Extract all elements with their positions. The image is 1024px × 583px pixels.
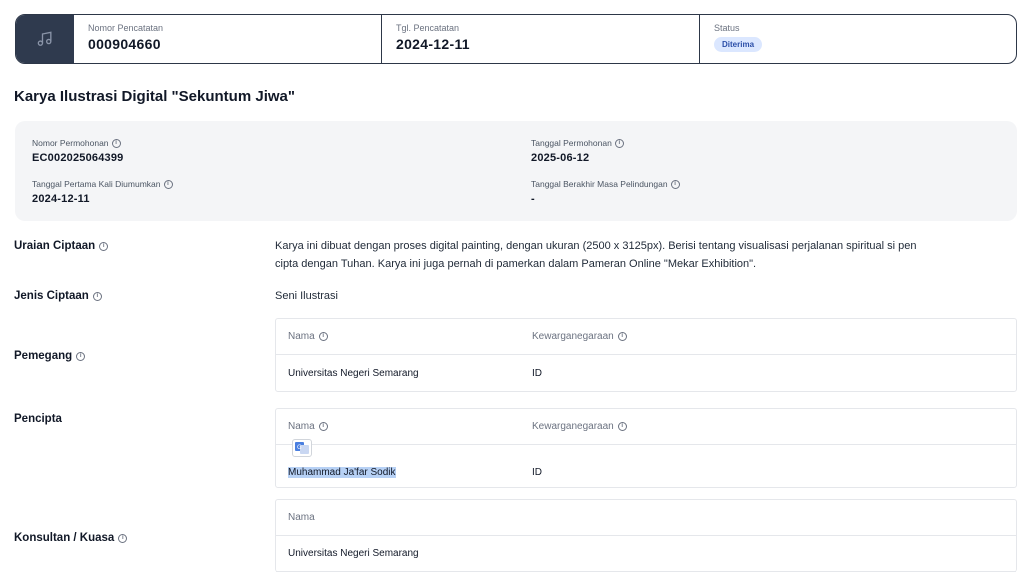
column-header-label: Nama bbox=[288, 421, 315, 432]
info-icon[interactable]: i bbox=[76, 351, 86, 361]
record-header-card: Nomor Pencatatan 000904660 Tgl. Pencatat… bbox=[15, 14, 1017, 64]
tgl-pencatatan-value: 2024-12-11 bbox=[396, 36, 470, 52]
table-row: Universitas Negeri Semarang ID bbox=[276, 355, 1016, 391]
svg-text:G: G bbox=[297, 444, 302, 451]
nomor-permohonan-field: Nomor Permohonan i EC002025064399 bbox=[32, 138, 124, 164]
column-header-kewarganegaraan: Kewarganegaraan i bbox=[532, 409, 627, 444]
pencipta-label: Pencipta bbox=[14, 413, 62, 425]
jenis-ciptaan-label: Jenis Ciptaan i bbox=[14, 290, 102, 302]
info-icon[interactable]: i bbox=[99, 241, 109, 251]
table-row: G Muhammad Ja'far Sodik ID bbox=[276, 439, 1016, 487]
table-row: Universitas Negeri Semarang bbox=[276, 536, 1016, 572]
info-icon[interactable]: i bbox=[617, 422, 627, 431]
info-icon[interactable]: i bbox=[111, 138, 121, 148]
column-header-label: Nama bbox=[288, 331, 315, 342]
info-icon[interactable]: i bbox=[318, 422, 328, 431]
konsultan-label: Konsultan / Kuasa i bbox=[14, 532, 128, 544]
tanggal-berakhir-value: - bbox=[531, 193, 535, 205]
table-header: Nama bbox=[276, 500, 1016, 536]
konsultan-table: Nama Universitas Negeri Semarang bbox=[275, 499, 1017, 572]
column-header-kewarganegaraan: Kewarganegaraan i bbox=[532, 319, 627, 354]
pencipta-nama[interactable]: Muhammad Ja'far Sodik bbox=[288, 451, 396, 493]
pencipta-table: Nama i Kewarganegaraan i G Muhammad Ja'far… bbox=[275, 408, 1017, 488]
status-label: Status bbox=[714, 23, 740, 33]
info-icon[interactable]: i bbox=[118, 533, 128, 543]
tanggal-permohonan-field: Tanggal Permohonan i 2025-06-12 bbox=[531, 138, 624, 164]
nomor-pencatatan-label: Nomor Pencatatan bbox=[88, 23, 164, 33]
tanggal-permohonan-value: 2025-06-12 bbox=[531, 152, 590, 164]
info-icon[interactable]: i bbox=[163, 179, 173, 189]
tanggal-diumumkan-value: 2024-12-11 bbox=[32, 193, 90, 205]
selected-text[interactable]: Muhammad Ja'far Sodik bbox=[288, 466, 396, 478]
column-header-nama: Nama bbox=[288, 512, 315, 523]
konsultan-label-text: Konsultan / Kuasa bbox=[14, 532, 115, 544]
table-header: Nama i Kewarganegaraan i bbox=[276, 319, 1016, 355]
status-field: Status Diterima bbox=[700, 15, 1016, 63]
pemegang-nama: Universitas Negeri Semarang bbox=[288, 367, 419, 379]
application-info-panel: Nomor Permohonan i EC002025064399 Tanggal… bbox=[15, 121, 1017, 221]
nomor-permohonan-value: EC002025064399 bbox=[32, 152, 124, 164]
tanggal-berakhir-label: Tanggal Berakhir Masa Pelindungan bbox=[531, 179, 668, 189]
uraian-ciptaan-label: Uraian Ciptaan i bbox=[14, 240, 109, 252]
page-title: Karya Ilustrasi Digital "Sekuntum Jiwa" bbox=[14, 88, 295, 105]
uraian-line-1: Karya ini dibuat dengan proses digital p… bbox=[275, 240, 917, 252]
info-icon[interactable]: i bbox=[614, 138, 624, 148]
nomor-pencatatan-field: Nomor Pencatatan 000904660 bbox=[74, 15, 382, 63]
uraian-line-2: cipta dengan Tuhan. Karya ini juga perna… bbox=[275, 258, 757, 270]
konsultan-nama: Universitas Negeri Semarang bbox=[288, 548, 419, 559]
column-header-label: Kewarganegaraan bbox=[532, 421, 614, 432]
status-badge: Diterima bbox=[714, 37, 763, 52]
tanggal-diumumkan-field: Tanggal Pertama Kali Diumumkan i 2024-12-… bbox=[32, 179, 173, 205]
pemegang-kewarganegaraan: ID bbox=[532, 367, 542, 379]
info-icon[interactable]: i bbox=[318, 332, 328, 341]
tgl-pencatatan-field: Tgl. Pencatatan 2024-12-11 bbox=[382, 15, 700, 63]
info-icon[interactable]: i bbox=[670, 179, 680, 189]
music-note-icon bbox=[16, 15, 74, 63]
pencipta-kewarganegaraan: ID bbox=[532, 466, 542, 478]
table-header: Nama i Kewarganegaraan i bbox=[276, 409, 1016, 445]
info-icon[interactable]: i bbox=[92, 291, 102, 301]
nomor-permohonan-label: Nomor Permohonan bbox=[32, 138, 109, 148]
tanggal-diumumkan-label: Tanggal Pertama Kali Diumumkan bbox=[32, 179, 161, 189]
pencipta-label-text: Pencipta bbox=[14, 413, 62, 425]
column-header-label: Kewarganegaraan bbox=[532, 331, 614, 342]
tanggal-berakhir-field: Tanggal Berakhir Masa Pelindungan i - bbox=[531, 179, 680, 205]
info-icon[interactable]: i bbox=[617, 332, 627, 341]
column-header-nama: Nama i bbox=[288, 319, 328, 354]
pemegang-label-text: Pemegang bbox=[14, 350, 73, 362]
jenis-label-text: Jenis Ciptaan bbox=[14, 290, 89, 302]
tanggal-permohonan-label: Tanggal Permohonan bbox=[531, 138, 612, 148]
nomor-pencatatan-value: 000904660 bbox=[88, 36, 161, 52]
pemegang-label: Pemegang i bbox=[14, 350, 86, 362]
uraian-label-text: Uraian Ciptaan bbox=[14, 240, 96, 252]
uraian-ciptaan-text: Karya ini dibuat dengan proses digital p… bbox=[275, 237, 916, 273]
pemegang-table: Nama i Kewarganegaraan i Universitas Neger… bbox=[275, 318, 1017, 392]
tgl-pencatatan-label: Tgl. Pencatatan bbox=[396, 23, 460, 33]
jenis-ciptaan-value: Seni Ilustrasi bbox=[275, 290, 338, 302]
